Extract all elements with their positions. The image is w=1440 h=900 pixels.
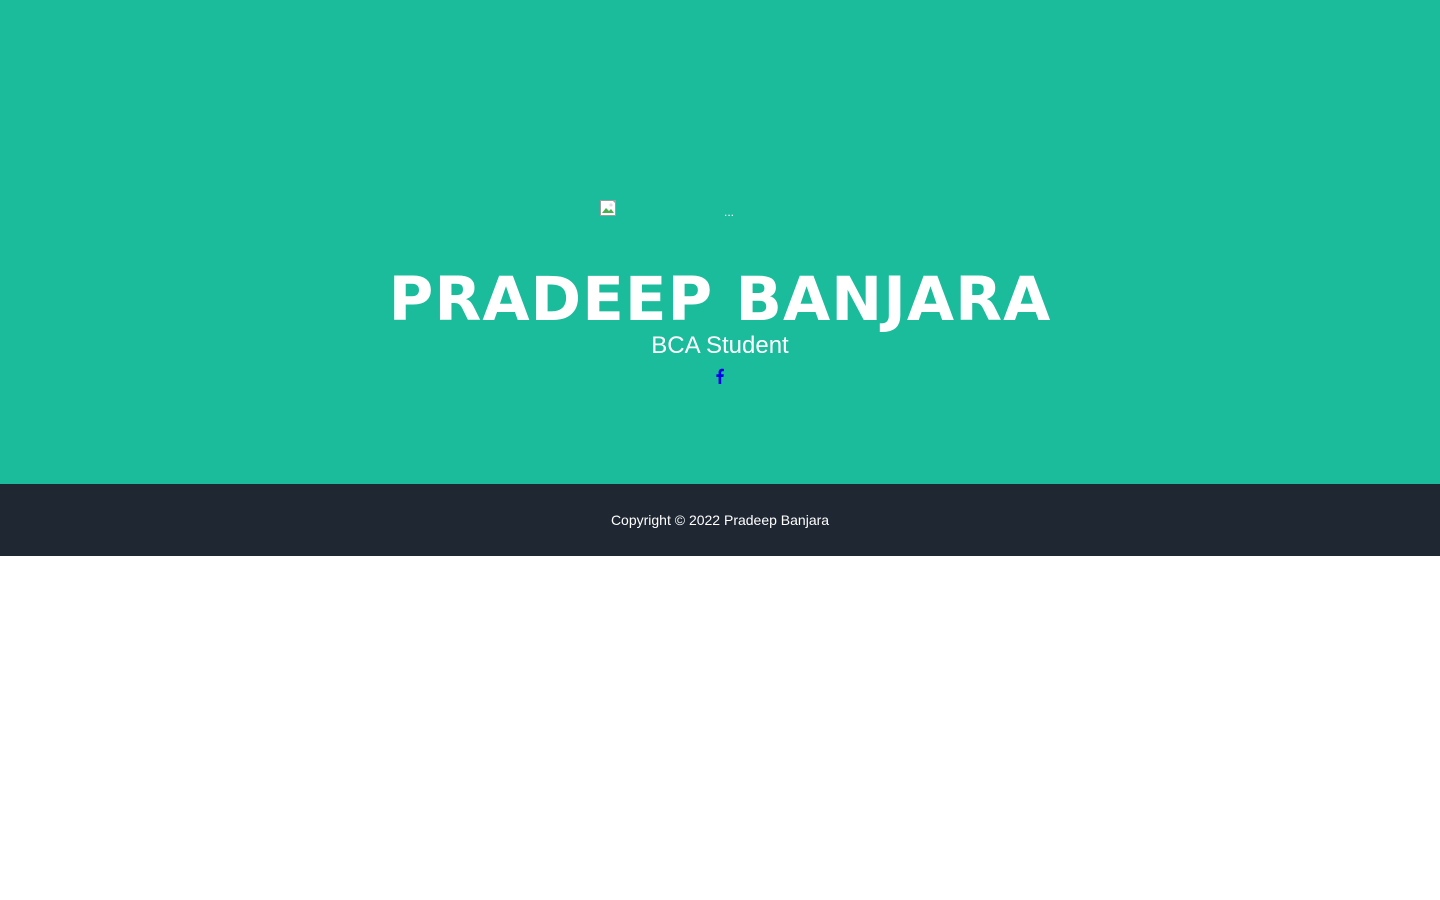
- footer: Copyright © 2022 Pradeep Banjara: [0, 484, 1440, 556]
- facebook-icon: [716, 368, 724, 384]
- avatar-alt-text: ...: [724, 205, 735, 219]
- page-title: PRADEEP BANJARA: [388, 264, 1052, 335]
- subtitle: BCA Student: [651, 332, 789, 359]
- copyright-text: Copyright © 2022 Pradeep Banjara: [610, 512, 830, 528]
- avatar: ...: [600, 200, 840, 220]
- broken-image-icon: [600, 200, 616, 216]
- masthead: ... PRADEEP BANJARA BCA Student: [0, 0, 1440, 484]
- facebook-link[interactable]: [710, 366, 730, 386]
